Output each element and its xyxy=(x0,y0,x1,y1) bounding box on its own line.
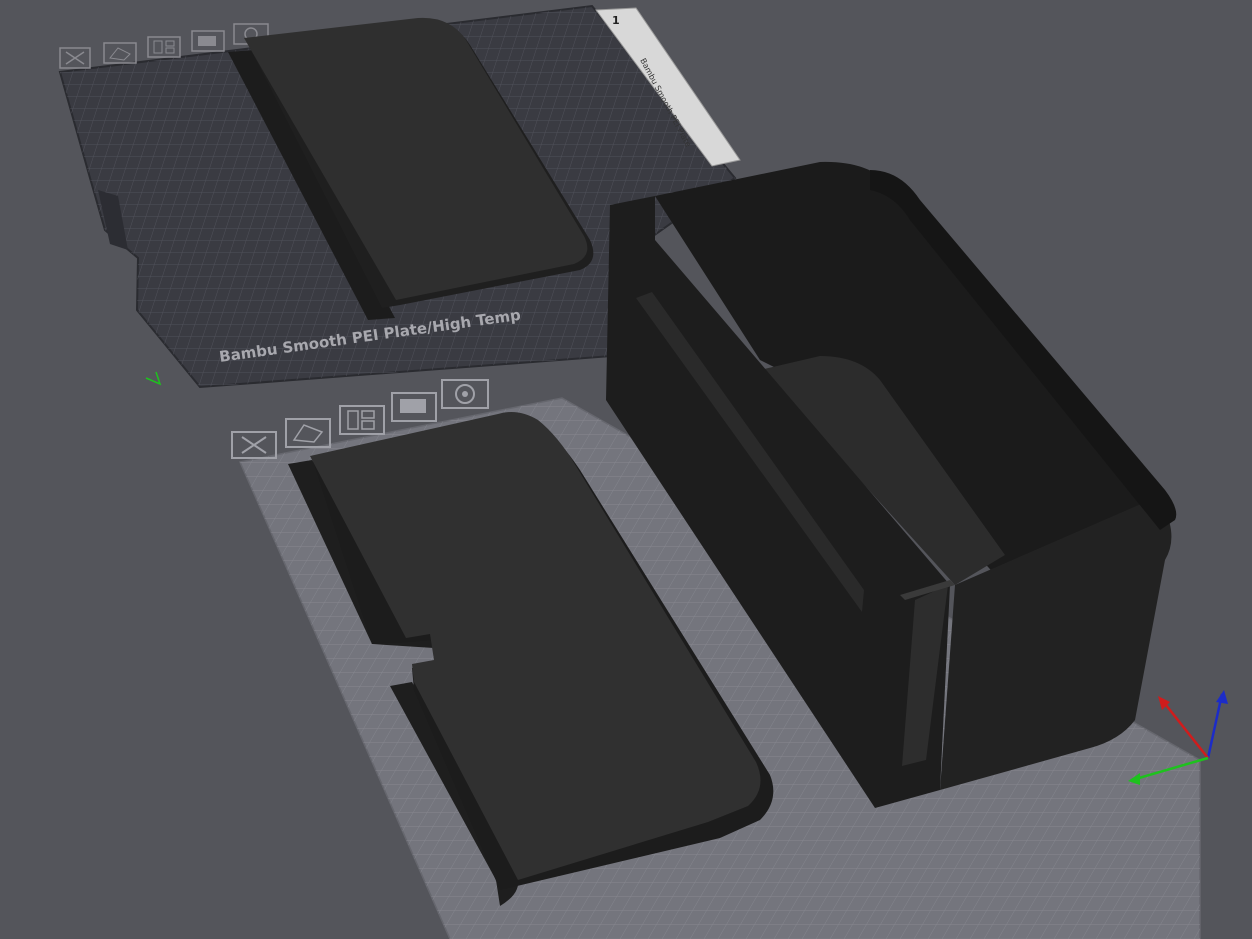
z-axis xyxy=(1206,693,1224,759)
plate-number: 1 xyxy=(612,14,620,27)
plate-origin-marker xyxy=(145,371,162,386)
arrange-icon[interactable] xyxy=(147,36,181,58)
auto-orient-icon[interactable] xyxy=(103,42,137,64)
3d-viewport[interactable]: Bambu Smooth PEI Plate 1 Bambu Smooth PE… xyxy=(0,0,1252,939)
auto-orient-icon[interactable] xyxy=(285,418,331,448)
arrange-icon[interactable] xyxy=(339,405,385,435)
